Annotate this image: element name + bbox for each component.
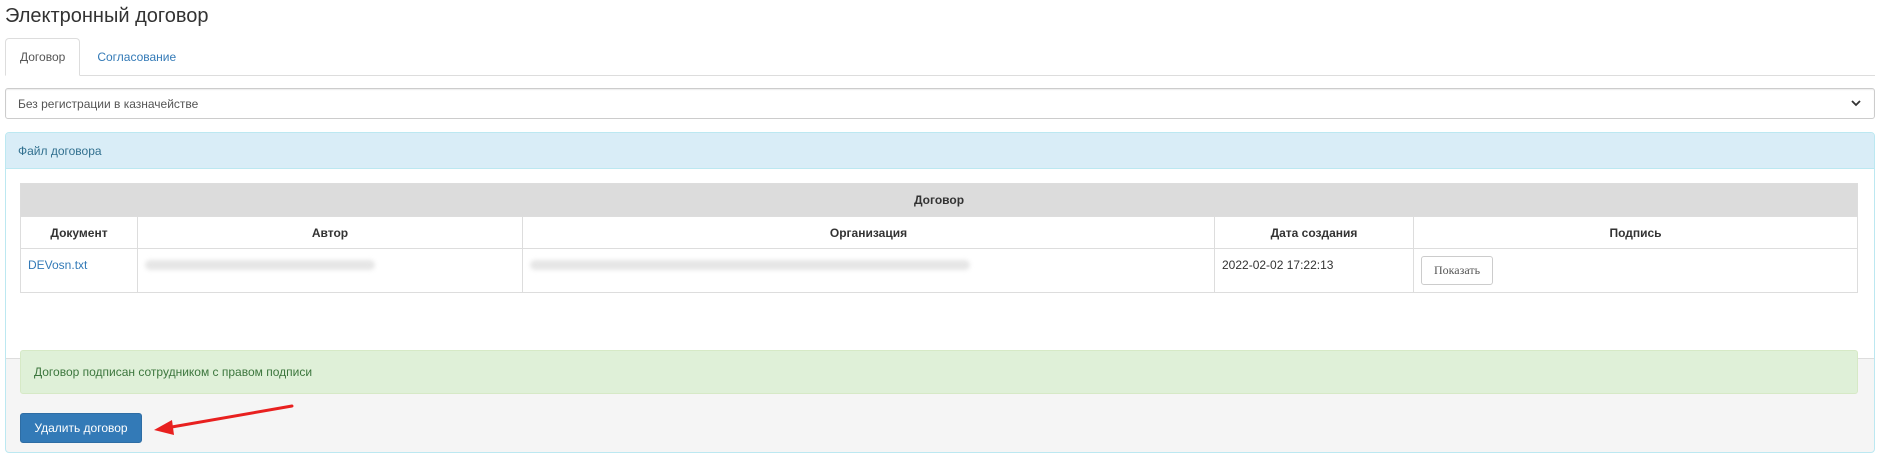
- signed-status-alert: Договор подписан сотрудником с правом по…: [20, 350, 1858, 394]
- column-header-author: Автор: [137, 216, 523, 249]
- cell-organization: [522, 248, 1215, 293]
- cell-author: [137, 248, 523, 293]
- tab-approval[interactable]: Согласование: [82, 38, 191, 76]
- registration-select[interactable]: Без регистрации в казначействе: [5, 88, 1875, 119]
- show-signature-button[interactable]: Показать: [1421, 256, 1493, 285]
- redacted-organization: [530, 260, 970, 270]
- redacted-author: [145, 260, 375, 270]
- table-caption: Договор: [20, 183, 1858, 217]
- column-header-signature: Подпись: [1413, 216, 1858, 249]
- table-row: DEVosn.txt 2022-02-02 17:22:13 Показать: [20, 248, 1858, 293]
- red-arrow-icon: [154, 404, 294, 435]
- tab-bar: Договор Согласование: [5, 38, 1875, 76]
- column-header-created: Дата создания: [1214, 216, 1414, 249]
- cell-document: DEVosn.txt: [20, 248, 138, 293]
- cell-signature: Показать: [1413, 248, 1858, 293]
- document-link[interactable]: DEVosn.txt: [28, 258, 87, 272]
- delete-contract-button[interactable]: Удалить договор: [20, 413, 142, 443]
- tab-contract[interactable]: Договор: [5, 38, 81, 76]
- contract-table: Договор Документ Автор Организация Дата …: [20, 183, 1858, 293]
- panel-heading: Файл договора: [6, 133, 1874, 169]
- chevron-down-icon: [1850, 98, 1862, 110]
- column-header-organization: Организация: [522, 216, 1215, 249]
- page-title: Электронный договор: [5, 5, 209, 27]
- column-header-document: Документ: [20, 216, 138, 249]
- cell-created: 2022-02-02 17:22:13: [1214, 248, 1414, 293]
- panel-body: Договор Документ Автор Организация Дата …: [6, 169, 1874, 359]
- registration-select-value: Без регистрации в казначействе: [18, 96, 199, 111]
